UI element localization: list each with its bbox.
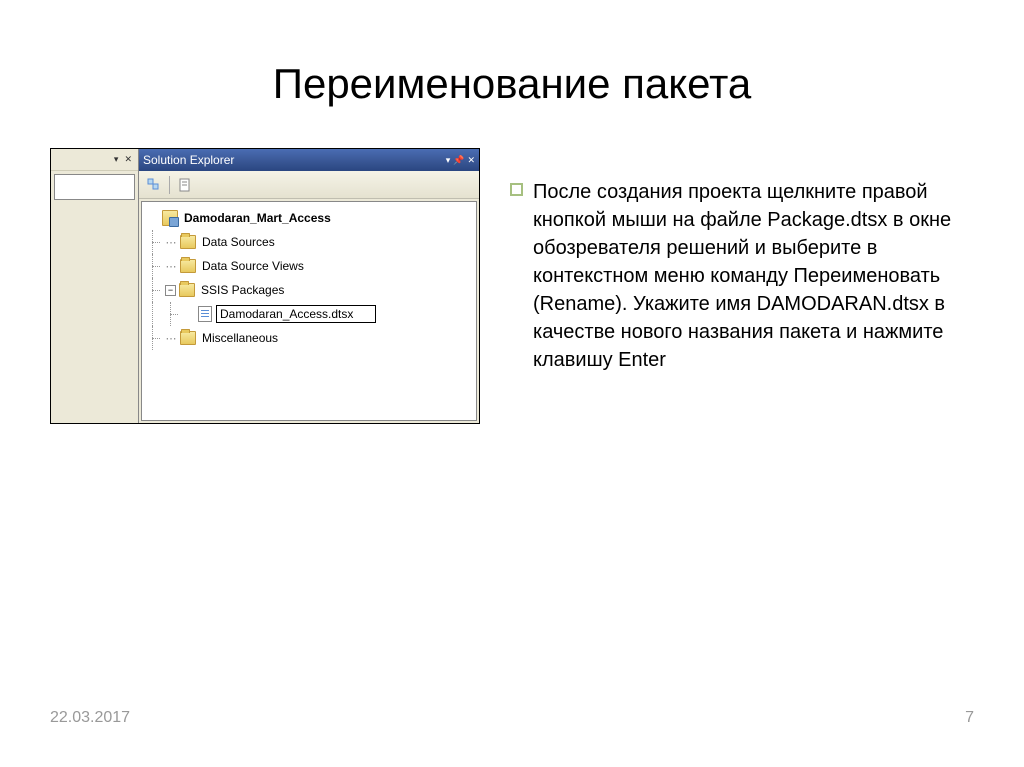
tree-node-miscellaneous[interactable]: ⋯ Miscellaneous — [144, 326, 474, 350]
tree-node-data-sources[interactable]: ⋯ Data Sources — [144, 230, 474, 254]
tree-node-ssis-packages[interactable]: − SSIS Packages — [144, 278, 474, 302]
show-all-icon[interactable] — [176, 176, 194, 194]
project-label: Damodaran_Mart_Access — [182, 210, 333, 226]
tree-project-root[interactable]: Damodaran_Mart_Access — [144, 206, 474, 230]
folder-icon — [180, 235, 196, 249]
tree-view[interactable]: Damodaran_Mart_Access ⋯ Data Sources — [141, 201, 477, 421]
node-label: Miscellaneous — [200, 330, 280, 346]
collapse-icon[interactable]: − — [165, 285, 176, 296]
project-icon — [162, 210, 178, 226]
tree-node-data-source-views[interactable]: ⋯ Data Source Views — [144, 254, 474, 278]
bullet-icon — [510, 183, 523, 196]
properties-icon[interactable] — [145, 176, 163, 194]
tree-node-package-rename[interactable] — [144, 302, 474, 326]
folder-icon — [180, 331, 196, 345]
slide-title: Переименование пакета — [50, 60, 974, 108]
pin-icon[interactable]: 📌 — [453, 155, 464, 166]
node-label: Data Sources — [200, 234, 277, 250]
dropdown-icon[interactable]: ▾ — [446, 155, 451, 166]
panel-toolbar — [139, 171, 479, 199]
dtsx-file-icon — [198, 306, 212, 322]
close-icon[interactable]: ✕ — [467, 155, 475, 166]
folder-icon — [179, 283, 195, 297]
dropdown-btn[interactable]: ▾ — [112, 154, 121, 165]
rename-input[interactable] — [216, 305, 376, 323]
footer-page: 7 — [965, 709, 974, 727]
node-label: Data Source Views — [200, 258, 306, 274]
panel-titlebar[interactable]: Solution Explorer ▾ 📌 ✕ — [139, 149, 479, 171]
body-text: После создания проекта щелкните правой к… — [533, 178, 974, 374]
left-panel-body — [54, 174, 135, 200]
left-dock-panel: ▾ ✕ — [51, 149, 139, 423]
folder-icon — [180, 259, 196, 273]
footer-date: 22.03.2017 — [50, 709, 130, 727]
solution-explorer-screenshot: ▾ ✕ Solution Explorer ▾ 📌 ✕ — [50, 148, 480, 424]
panel-title: Solution Explorer — [143, 153, 234, 167]
node-label: SSIS Packages — [199, 282, 286, 298]
close-icon[interactable]: ✕ — [122, 154, 134, 165]
